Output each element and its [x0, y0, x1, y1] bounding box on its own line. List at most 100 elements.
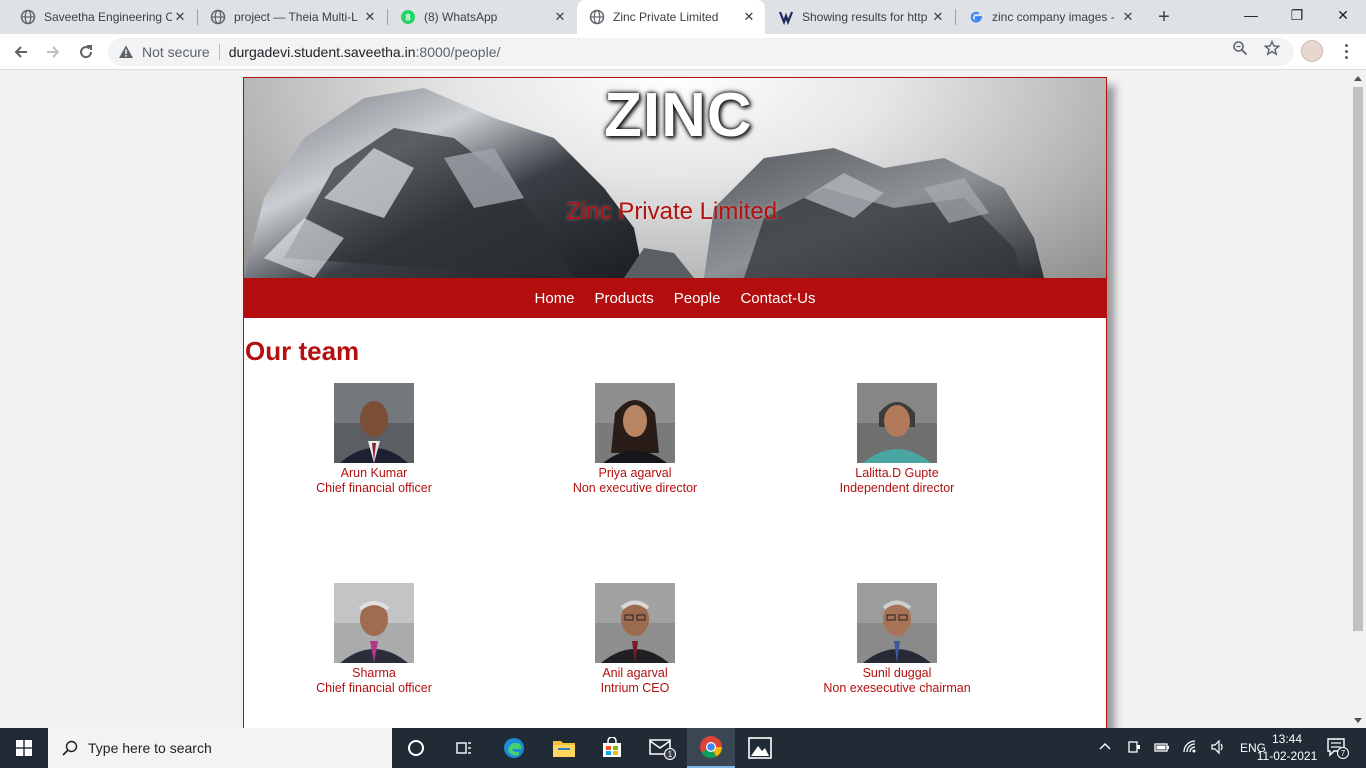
tab-title: (8) WhatsApp — [424, 10, 498, 24]
close-tab-icon[interactable]: ✕ — [552, 9, 568, 25]
site-navbar: Home Products People Contact-Us — [244, 278, 1106, 318]
security-label[interactable]: Not secure — [142, 44, 210, 60]
system-tray: ENG — [1090, 728, 1274, 768]
globe-icon — [20, 9, 36, 25]
tab-theia[interactable]: project — Theia Multi-L ✕ — [198, 0, 386, 34]
notification-icon: 7 — [1327, 738, 1349, 759]
close-tab-icon[interactable]: ✕ — [741, 9, 757, 25]
system-clock[interactable]: 13:44 11-02-2021 — [1252, 731, 1322, 765]
url-host[interactable]: durgadevi.student.saveetha.in — [229, 44, 416, 60]
new-tab-button[interactable]: + — [1152, 5, 1176, 29]
bookmark-star-icon[interactable] — [1264, 40, 1280, 56]
nav-home[interactable]: Home — [535, 290, 575, 307]
member-photo — [857, 383, 937, 463]
tab-whatsapp[interactable]: 8 (8) WhatsApp ✕ — [388, 0, 576, 34]
cortana-circle-icon — [408, 740, 424, 756]
member-name: Sharma — [352, 666, 396, 680]
nav-contact-us[interactable]: Contact-Us — [740, 290, 815, 307]
address-divider — [218, 44, 220, 60]
team-member-card: Sharma Chief financial officer — [274, 583, 474, 696]
folder-icon — [553, 741, 575, 757]
tab-saveetha[interactable]: Saveetha Engineering C ✕ — [8, 0, 196, 34]
team-member-card: Arun Kumar Chief financial officer — [274, 383, 474, 496]
chevron-up-icon[interactable] — [1099, 741, 1111, 756]
reload-button[interactable] — [73, 39, 99, 65]
member-role: Chief financial officer — [316, 481, 432, 495]
store-bag-icon — [603, 737, 621, 757]
url-path[interactable]: :8000/people/ — [416, 44, 501, 60]
team-member-card: Lalitta.D Gupte Independent director — [797, 383, 997, 496]
mail-badge: 1 — [668, 750, 673, 759]
restore-button[interactable]: ❐ — [1274, 0, 1320, 30]
close-tab-icon[interactable]: ✕ — [1120, 9, 1136, 25]
zinc-banner-image: ZINC Zinc Private Limited. — [244, 78, 1106, 278]
chrome-taskbar-button[interactable] — [687, 728, 735, 768]
scroll-up-icon[interactable] — [1354, 76, 1362, 81]
scroll-thumb[interactable] — [1353, 87, 1363, 631]
task-view-icon — [456, 742, 471, 754]
cortana-button[interactable] — [392, 728, 440, 768]
nav-products[interactable]: Products — [595, 290, 654, 307]
edge-taskbar-button[interactable] — [490, 728, 538, 768]
member-name: Sunil duggal — [862, 666, 932, 680]
windows-logo-icon — [16, 740, 32, 756]
nav-people[interactable]: People — [674, 290, 721, 307]
scroll-down-icon[interactable] — [1354, 718, 1362, 723]
whatsapp-icon: 8 — [400, 9, 416, 25]
warning-icon — [119, 45, 133, 58]
address-bar[interactable]: Not secure durgadevi.student.saveetha.in… — [108, 38, 1294, 66]
close-tab-icon[interactable]: ✕ — [172, 9, 188, 25]
zoom-icon[interactable] — [1232, 40, 1248, 56]
forward-arrow-icon — [47, 46, 60, 58]
close-tab-icon[interactable]: ✕ — [930, 9, 946, 25]
tab-showing-results[interactable]: Showing results for http ✕ — [766, 0, 954, 34]
profile-avatar[interactable] — [1301, 40, 1323, 62]
mail-button[interactable]: 1 — [638, 728, 686, 768]
forward-button[interactable] — [40, 39, 66, 65]
menu-kebab-icon[interactable] — [1338, 42, 1354, 60]
search-icon — [62, 740, 78, 756]
chrome-icon — [700, 736, 722, 758]
member-role: Non executive director — [572, 481, 698, 495]
site-container: ZINC Zinc Private Limited. Home Products… — [243, 77, 1107, 728]
member-photo — [334, 383, 414, 463]
start-button[interactable] — [0, 728, 48, 768]
minimize-button[interactable]: — — [1228, 0, 1274, 30]
close-window-button[interactable]: ✕ — [1320, 0, 1366, 30]
google-icon — [968, 9, 984, 25]
notification-count: 7 — [1341, 749, 1346, 758]
photos-button[interactable] — [736, 728, 784, 768]
tab-zinc-active[interactable]: Zinc Private Limited ✕ — [577, 0, 765, 34]
edge-icon — [504, 738, 524, 758]
file-explorer-button[interactable] — [540, 728, 588, 768]
battery-icon[interactable] — [1154, 739, 1170, 758]
member-photo — [595, 583, 675, 663]
clock-date: 11-02-2021 — [1256, 749, 1318, 763]
volume-icon[interactable] — [1210, 739, 1226, 758]
tab-title: Showing results for http — [802, 10, 928, 24]
wifi-icon[interactable] — [1182, 739, 1198, 758]
member-role: Intrium CEO — [600, 681, 670, 695]
task-view-button[interactable] — [440, 728, 488, 768]
close-tab-icon[interactable]: ✕ — [362, 9, 378, 25]
member-photo — [857, 583, 937, 663]
clock-time: 13:44 — [1271, 732, 1303, 746]
page-viewport: ZINC Zinc Private Limited. Home Products… — [0, 71, 1350, 728]
windows-taskbar: Type here to search 1 ENG 13:44 11-02-20… — [0, 728, 1366, 768]
back-button[interactable] — [8, 39, 34, 65]
notification-center-button[interactable]: 7 — [1316, 728, 1360, 768]
taskbar-search-box[interactable]: Type here to search — [48, 728, 392, 768]
globe-icon — [210, 9, 226, 25]
zinc-logo: ZINC — [604, 81, 753, 150]
store-button[interactable] — [588, 728, 636, 768]
member-role: Independent director — [839, 481, 955, 495]
member-name: Anil agarval — [602, 666, 668, 680]
vertical-scrollbar[interactable] — [1350, 71, 1366, 728]
tab-zinc-images[interactable]: zinc company images - ✕ — [956, 0, 1144, 34]
meet-now-icon[interactable] — [1126, 739, 1142, 758]
svg-text:8: 8 — [405, 13, 410, 23]
search-brand-icon — [778, 9, 794, 25]
member-photo — [334, 583, 414, 663]
member-name: Arun Kumar — [340, 466, 408, 480]
mail-icon: 1 — [649, 739, 676, 760]
